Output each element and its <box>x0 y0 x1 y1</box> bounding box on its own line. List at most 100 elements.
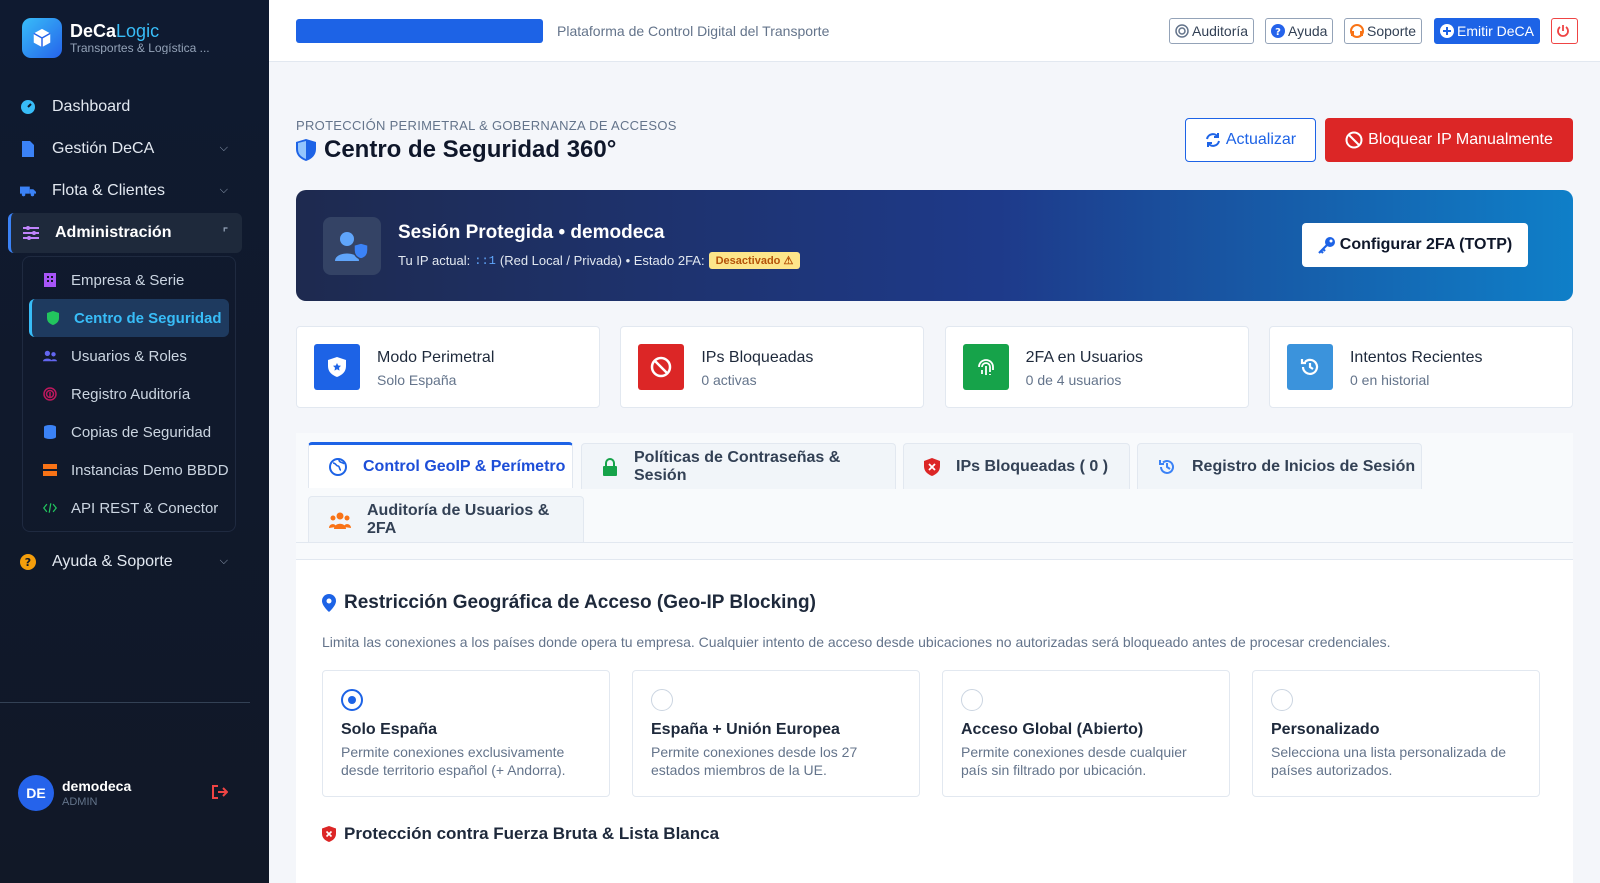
user-card[interactable]: DE demodeca ADMIN <box>18 775 229 811</box>
page-title-text: Centro de Seguridad 360° <box>324 136 617 163</box>
nav-label: Administración <box>55 224 172 241</box>
nav-ayuda-soporte[interactable]: ? Ayuda & Soporte ⌵ <box>8 542 242 582</box>
session-banner: Sesión Protegida • demodeca Tu IP actual… <box>296 190 1573 301</box>
block-ip-button[interactable]: Bloquear IP Manualmente <box>1325 118 1573 162</box>
option-personalizado[interactable]: Personalizado Selecciona una lista perso… <box>1252 670 1540 797</box>
sub-label: Copias de Seguridad <box>71 423 212 441</box>
user-shield-icon <box>323 217 381 275</box>
stat-title: IPs Bloqueadas <box>701 349 814 366</box>
fingerprint-icon <box>43 387 57 401</box>
stat-subtitle: Solo España <box>377 372 457 388</box>
configure-2fa-button[interactable]: Configurar 2FA (TOTP) <box>1302 223 1528 267</box>
sub-label: Registro Auditoría <box>71 385 191 403</box>
brute-force-title: Protección contra Fuerza Bruta & Lista B… <box>322 824 719 844</box>
search-bar[interactable] <box>296 19 543 43</box>
sub-label: Usuarios & Roles <box>71 347 187 365</box>
globe-icon <box>329 457 347 476</box>
option-description: Permite conexiones desde los 27 estados … <box>651 744 858 778</box>
geoip-title-text: Restricción Geográfica de Acceso (Geo-IP… <box>344 592 816 613</box>
option-espana-ue[interactable]: España + Unión Europea Permite conexione… <box>632 670 920 797</box>
radio-button[interactable] <box>651 689 673 711</box>
sub-copias-seguridad[interactable]: Copias de Seguridad <box>29 413 229 451</box>
refresh-icon <box>1205 132 1221 148</box>
nav-label: Gestión DeCA <box>52 140 155 157</box>
emit-deca-button[interactable]: Emitir DeCA <box>1434 18 1541 44</box>
brand-logo[interactable]: DeCaLogic Transportes & Logística ... <box>22 18 230 58</box>
tab-login-log[interactable]: Registro de Inicios de Sesión <box>1137 443 1422 489</box>
admin-submenu: Empresa & Serie Centro de Seguridad Usua… <box>22 256 236 532</box>
option-solo-espana[interactable]: Solo España Permite conexiones exclusiva… <box>322 670 610 797</box>
brand-name: DeCaLogic <box>70 21 160 41</box>
session-details: Tu IP actual: ::1 (Red Local / Privada) … <box>398 252 801 269</box>
tab-passwords[interactable]: Políticas de Contraseñas & Sesión <box>581 443 896 489</box>
lock-icon <box>602 457 618 476</box>
stat-title: 2FA en Usuarios <box>1025 349 1144 366</box>
fingerprint-icon <box>962 344 1009 390</box>
history-icon <box>1286 344 1333 390</box>
stat-subtitle: 0 activas <box>701 372 757 388</box>
option-description: Permite conexiones exclusivamente desde … <box>341 744 566 778</box>
stats-row: Modo Perimetral Solo España IPs Bloquead… <box>296 326 1573 408</box>
nav-flota-clientes[interactable]: Flota & Clientes ⌵ <box>8 171 242 211</box>
radio-button[interactable] <box>341 689 363 711</box>
help-button[interactable]: ? Ayuda <box>1265 18 1334 44</box>
chevron-up-icon: ⌜ <box>222 227 228 239</box>
radio-button[interactable] <box>961 689 983 711</box>
sub-api-rest[interactable]: API REST & Conector <box>29 489 229 527</box>
page-kicker: PROTECCIÓN PERIMETRAL & GOBERNANZA DE AC… <box>296 118 677 133</box>
refresh-button[interactable]: Actualizar <box>1185 118 1316 162</box>
brute-force-title-text: Protección contra Fuerza Bruta & Lista B… <box>344 824 720 843</box>
users-icon <box>329 511 351 529</box>
geoip-panel: Restricción Geográfica de Acceso (Geo-IP… <box>296 560 1573 883</box>
headset-icon <box>1350 24 1364 38</box>
tab-label: Políticas de Contraseñas & Sesión <box>634 448 841 484</box>
support-button[interactable]: Soporte <box>1344 18 1423 44</box>
sub-registro-auditoria[interactable]: Registro Auditoría <box>29 375 229 413</box>
nav-label: Flota & Clientes <box>52 182 165 199</box>
shield-icon <box>46 311 60 325</box>
stat-card-perimeter: Modo Perimetral Solo España <box>296 326 600 408</box>
tab-user-audit[interactable]: Auditoría de Usuarios & 2FA <box>308 496 584 542</box>
status-badge: Desactivado ⚠ <box>708 252 801 269</box>
option-title: Solo España <box>341 721 438 738</box>
geoip-title: Restricción Geográfica de Acceso (Geo-IP… <box>322 592 816 614</box>
fingerprint-icon <box>1175 24 1189 38</box>
ban-icon <box>638 344 685 390</box>
history-icon <box>1158 458 1176 476</box>
cube-icon <box>22 18 62 58</box>
stat-subtitle: 0 en historial <box>1349 372 1430 388</box>
user-name: demodeca <box>62 778 132 794</box>
sub-label: Centro de Seguridad <box>74 309 222 327</box>
sub-usuarios-roles[interactable]: Usuarios & Roles <box>29 337 229 375</box>
ip-prefix: Tu IP actual: <box>398 253 471 268</box>
tab-label: Auditoría de Usuarios & 2FA <box>367 501 550 537</box>
shield-icon <box>296 139 316 161</box>
stat-subtitle: 0 de 4 usuarios <box>1025 372 1122 388</box>
sub-empresa-serie[interactable]: Empresa & Serie <box>29 261 229 299</box>
option-global[interactable]: Acceso Global (Abierto) Permite conexion… <box>942 670 1230 797</box>
logout-icon[interactable] <box>212 785 229 804</box>
nav-label: Ayuda & Soporte <box>52 553 173 570</box>
sub-centro-seguridad[interactable]: Centro de Seguridad <box>29 299 229 337</box>
nav-dashboard[interactable]: Dashboard <box>8 87 242 127</box>
power-icon <box>1556 24 1570 38</box>
tab-label: Control GeoIP & Perímetro <box>363 457 566 475</box>
shield-ban-icon <box>924 457 940 476</box>
nav-administracion[interactable]: Administración ⌜ <box>8 213 242 253</box>
code-icon <box>43 501 57 515</box>
tab-blocked-ips[interactable]: IPs Bloqueadas ( 0 ) <box>903 443 1130 489</box>
audit-button[interactable]: Auditoría <box>1169 18 1255 44</box>
tab-label: Registro de Inicios de Sesión <box>1192 457 1416 475</box>
sidebar: DeCaLogic Transportes & Logística ... Da… <box>0 0 269 883</box>
nav-label: Dashboard <box>52 98 131 115</box>
tab-geoip[interactable]: Control GeoIP & Perímetro <box>308 442 573 488</box>
file-icon <box>20 141 36 157</box>
sub-instancias-demo[interactable]: Instancias Demo BBDD <box>29 451 229 489</box>
tabs-divider <box>296 542 1573 543</box>
truck-icon <box>20 183 36 199</box>
radio-button[interactable] <box>1271 689 1293 711</box>
option-description: Selecciona una lista personalizada de pa… <box>1271 744 1507 778</box>
user-role: ADMIN <box>62 796 98 808</box>
power-button[interactable] <box>1551 18 1578 44</box>
nav-gestion-deca[interactable]: Gestión DeCA ⌵ <box>8 129 242 169</box>
